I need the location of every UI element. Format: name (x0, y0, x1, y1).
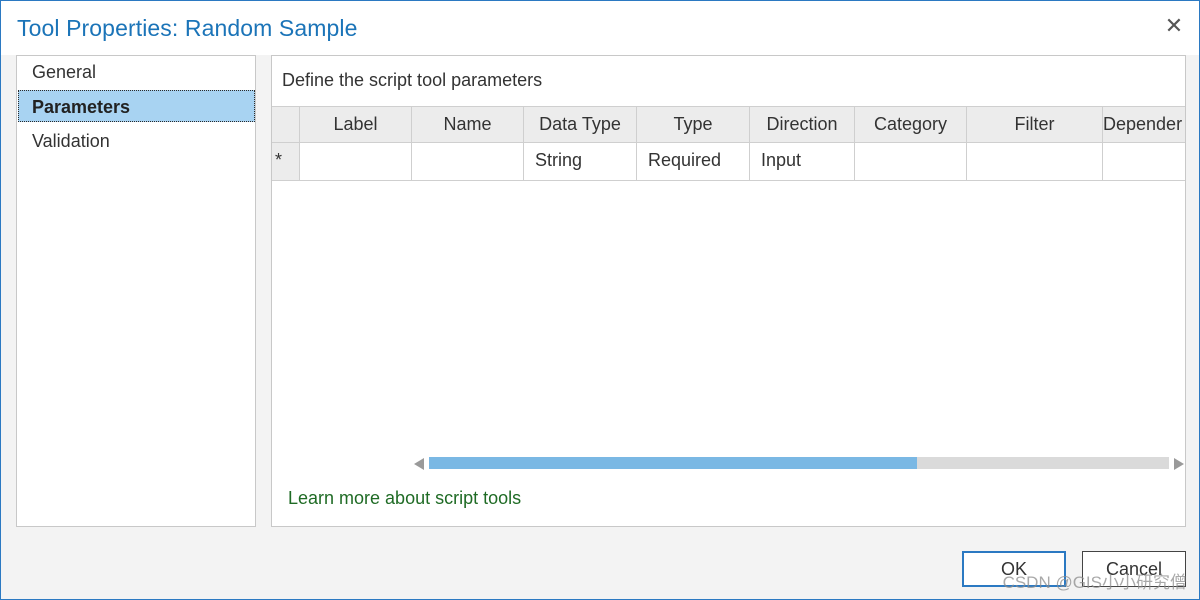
column-header-direction[interactable]: Direction (750, 107, 855, 142)
grid-header-row: Label Name Data Type Type Direction Cate… (272, 106, 1185, 143)
sidebar-item-validation[interactable]: Validation (18, 125, 255, 157)
column-header-label[interactable]: Label (300, 107, 412, 142)
dialog-title: Tool Properties: Random Sample (17, 15, 358, 41)
column-header-data-type[interactable]: Data Type (524, 107, 637, 142)
column-header-dependency[interactable]: Depender (1103, 107, 1185, 142)
title-bar: Tool Properties: Random Sample ✕ (1, 1, 1199, 55)
column-header-name[interactable]: Name (412, 107, 524, 142)
watermark: CSDN @GIS小小研究僧 (1002, 573, 1187, 592)
tool-properties-dialog: Tool Properties: Random Sample ✕ General… (0, 0, 1200, 600)
column-header-category[interactable]: Category (855, 107, 967, 142)
scroll-track[interactable] (429, 457, 1169, 469)
cell-label[interactable] (300, 143, 412, 180)
column-header-filter[interactable]: Filter (967, 107, 1103, 142)
scroll-right-icon[interactable] (1174, 458, 1184, 470)
sidebar-item-parameters[interactable]: Parameters (18, 90, 255, 122)
scroll-left-icon[interactable] (414, 458, 424, 470)
close-icon[interactable]: ✕ (1163, 15, 1185, 37)
parameters-grid: Label Name Data Type Type Direction Cate… (272, 106, 1185, 181)
cell-category[interactable] (855, 143, 967, 180)
cell-type[interactable]: Required (637, 143, 750, 180)
cell-name[interactable] (412, 143, 524, 180)
horizontal-scrollbar[interactable] (414, 456, 1184, 470)
cell-dependency[interactable] (1103, 143, 1185, 180)
scroll-thumb[interactable] (429, 457, 918, 469)
panel-instructions: Define the script tool parameters (282, 70, 543, 90)
new-row-marker[interactable]: * (272, 143, 300, 180)
cell-data-type[interactable]: String (524, 143, 637, 180)
sidebar-item-general[interactable]: General (18, 56, 255, 88)
table-row: * String Required Input (272, 143, 1185, 181)
parameters-panel: Define the script tool parameters Label … (271, 55, 1186, 527)
sidebar-nav: General Parameters Validation (16, 55, 256, 527)
cell-filter[interactable] (967, 143, 1103, 180)
row-header-corner (272, 107, 300, 142)
column-header-type[interactable]: Type (637, 107, 750, 142)
cell-direction[interactable]: Input (750, 143, 855, 180)
learn-more-link[interactable]: Learn more about script tools (288, 488, 521, 509)
